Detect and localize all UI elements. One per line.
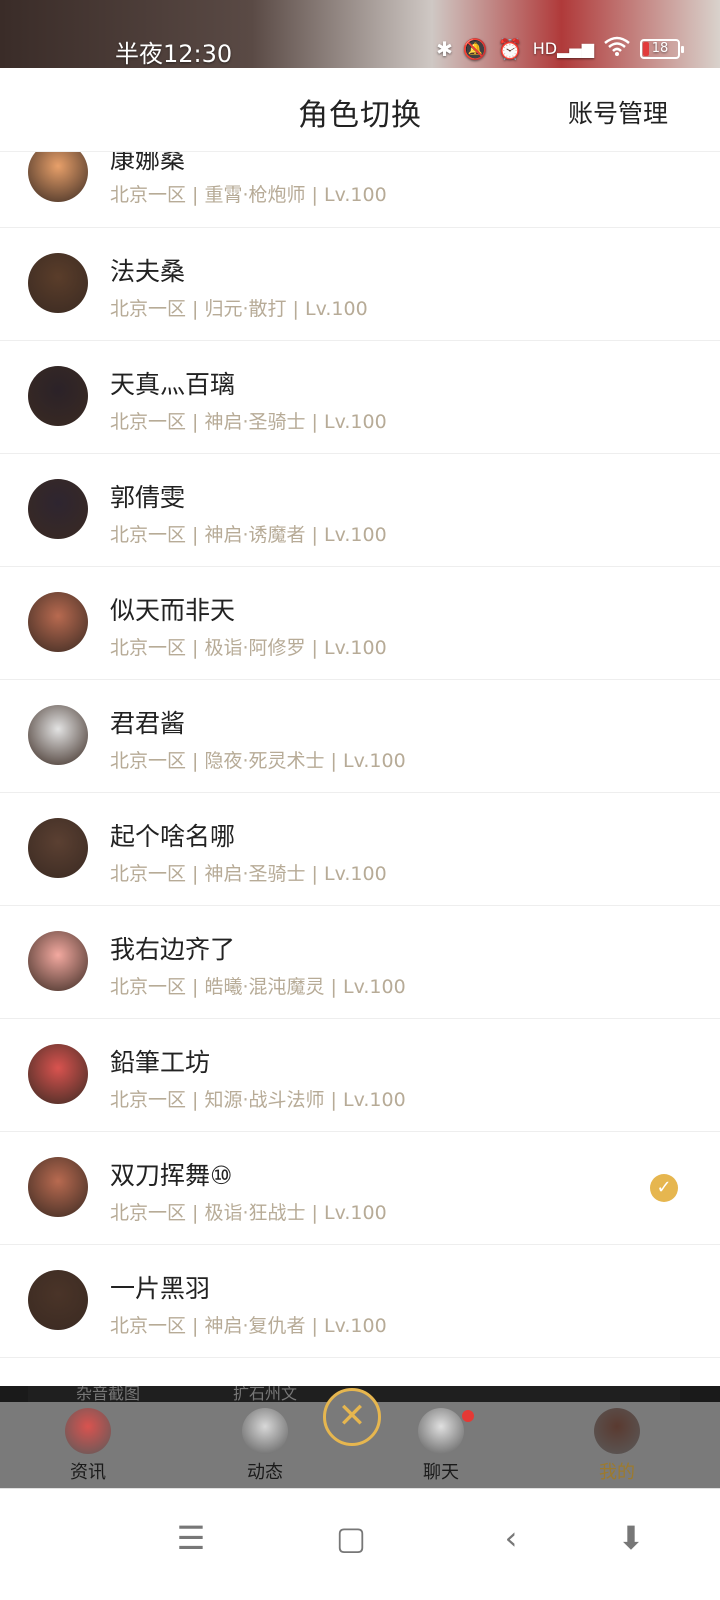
character-meta: 北京一区 | 神启·圣骑士 | Lv.100 <box>110 411 387 433</box>
alarm-icon: ⏰ <box>497 36 523 61</box>
character-meta: 北京一区 | 重霄·枪炮师 | Lv.100 <box>110 184 387 206</box>
character-avatar <box>28 818 88 878</box>
nav-label-feed: 动态 <box>247 1462 283 1483</box>
character-avatar <box>28 705 88 765</box>
character-name: 君君酱 <box>110 709 186 738</box>
system-nav-bar: ☰ ▢ ‹ ⬇ <box>0 1488 720 1600</box>
character-meta: 北京一区 | 神启·圣骑士 | Lv.100 <box>110 863 387 885</box>
chat-notification-dot <box>462 1410 474 1422</box>
character-list: 康娜桑 北京一区 | 重霄·枪炮师 | Lv.100 法夫桑 北京一区 | 归元·散打… <box>0 142 720 1358</box>
back-icon[interactable]: ‹ <box>486 1513 536 1563</box>
character-avatar <box>28 366 88 426</box>
status-bar: 半夜12:30 ✱ 🔕 ⏰ HD▂▄▆ 18 <box>0 0 720 68</box>
character-meta: 北京一区 | 神启·诱魔者 | Lv.100 <box>110 524 387 546</box>
sheet-header: 角色切换 账号管理 <box>0 68 720 152</box>
status-time: 半夜12:30 <box>115 40 233 68</box>
peek-label-left: 杂音截图 <box>76 1386 141 1402</box>
character-meta: 北京一区 | 归元·散打 | Lv.100 <box>110 298 368 320</box>
character-meta: 北京一区 | 知源·战斗法师 | Lv.100 <box>110 1089 406 1111</box>
news-avatar-icon <box>65 1408 111 1454</box>
character-name: 我右边齐了 <box>110 935 236 964</box>
battery-icon: 18 <box>640 38 684 59</box>
character-row[interactable]: 一片黑羽北京一区 | 神启·复仇者 | Lv.100 <box>0 1245 720 1358</box>
character-row[interactable]: 法夫桑北京一区 | 归元·散打 | Lv.100 <box>0 228 720 341</box>
character-name: 似天而非天 <box>110 596 236 625</box>
character-name: 一片黑羽 <box>110 1274 211 1303</box>
character-avatar <box>28 253 88 313</box>
selected-check-icon: ✓ <box>650 1174 678 1202</box>
assistant-icon[interactable]: ⬇ <box>606 1513 656 1563</box>
character-row[interactable]: 似天而非天北京一区 | 极诣·阿修罗 | Lv.100 <box>0 567 720 680</box>
character-row[interactable]: 鉛筆工坊北京一区 | 知源·战斗法师 | Lv.100 <box>0 1019 720 1132</box>
character-name: 鉛筆工坊 <box>110 1048 211 1077</box>
character-row[interactable]: 君君酱北京一区 | 隐夜·死灵术士 | Lv.100 <box>0 680 720 793</box>
peek-label-right: 扩石州文 <box>233 1386 298 1402</box>
character-meta: 北京一区 | 神启·复仇者 | Lv.100 <box>110 1315 387 1337</box>
character-name: 起个啥名哪 <box>110 822 236 851</box>
close-icon: ✕ <box>337 1396 367 1436</box>
account-manage-button[interactable]: 账号管理 <box>568 94 668 130</box>
status-icons: ✱ 🔕 ⏰ HD▂▄▆ 18 <box>436 36 684 61</box>
mute-bell-icon: 🔕 <box>462 36 488 61</box>
character-meta: 北京一区 | 隐夜·死灵术士 | Lv.100 <box>110 750 406 772</box>
character-meta: 北京一区 | 极诣·狂战士 | Lv.100 <box>110 1202 387 1224</box>
battery-level: 18 <box>651 40 669 56</box>
character-name: 法夫桑 <box>110 257 186 286</box>
character-meta: 北京一区 | 皓曦·混沌魔灵 | Lv.100 <box>110 976 406 998</box>
character-row[interactable]: 我右边齐了北京一区 | 皓曦·混沌魔灵 | Lv.100 <box>0 906 720 1019</box>
nav-label-news: 资讯 <box>70 1462 106 1483</box>
hd-signal-icon: HD▂▄▆ <box>532 39 594 58</box>
character-avatar <box>28 479 88 539</box>
nav-label-profile: 我的 <box>599 1462 635 1483</box>
character-row[interactable]: 郭倩雯北京一区 | 神启·诱魔者 | Lv.100 <box>0 454 720 567</box>
wifi-icon <box>604 36 630 61</box>
nav-item-profile[interactable]: 我的 <box>572 1408 662 1484</box>
character-avatar <box>28 1044 88 1104</box>
close-button[interactable]: ✕ <box>323 1388 381 1446</box>
character-avatar <box>28 1270 88 1330</box>
menu-icon[interactable]: ☰ <box>166 1513 216 1563</box>
character-name: 天真灬百璃 <box>110 370 236 399</box>
role-switch-sheet: 角色切换 账号管理 康娜桑 北京一区 | 重霄·枪炮师 | Lv.100 法夫桑 北京… <box>0 68 720 1386</box>
character-avatar <box>28 592 88 652</box>
nav-item-feed[interactable]: 动态 <box>220 1408 310 1484</box>
character-row[interactable]: 天真灬百璃北京一区 | 神启·圣骑士 | Lv.100 <box>0 341 720 454</box>
character-avatar <box>28 1157 88 1217</box>
character-row[interactable]: 双刀挥舞⑩ 北京一区 | 极诣·狂战士 | Lv.100 ✓ <box>0 1132 720 1245</box>
home-icon[interactable]: ▢ <box>326 1513 376 1563</box>
character-avatar <box>28 931 88 991</box>
bluetooth-icon: ✱ <box>436 36 453 61</box>
character-row[interactable]: 起个啥名哪北京一区 | 神启·圣骑士 | Lv.100 <box>0 793 720 906</box>
feed-avatar-icon <box>242 1408 288 1454</box>
chat-avatar-icon <box>418 1408 464 1454</box>
profile-avatar-icon <box>594 1408 640 1454</box>
character-meta: 北京一区 | 极诣·阿修罗 | Lv.100 <box>110 637 387 659</box>
nav-item-news[interactable]: 资讯 <box>43 1408 133 1484</box>
character-name: 双刀挥舞⑩ <box>110 1161 233 1190</box>
character-name: 郭倩雯 <box>110 483 186 512</box>
nav-label-chat: 聊天 <box>423 1462 459 1483</box>
character-row[interactable]: 康娜桑 北京一区 | 重霄·枪炮师 | Lv.100 <box>0 142 720 228</box>
